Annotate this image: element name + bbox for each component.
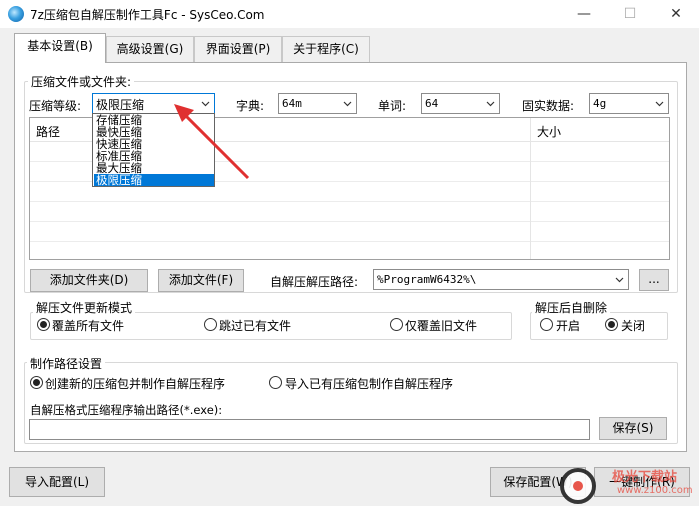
watermark-text: 极光下载站 bbox=[612, 470, 678, 485]
after-delete-label: 解压后自删除 bbox=[532, 299, 611, 316]
add-file-button[interactable]: 添加文件(F) bbox=[158, 269, 244, 292]
minimize-button[interactable]: — bbox=[561, 0, 607, 28]
radio-icon[interactable] bbox=[540, 318, 553, 331]
radio-icon[interactable] bbox=[605, 318, 618, 331]
browse-extract-path-button[interactable]: ... bbox=[639, 269, 669, 291]
chevron-down-icon bbox=[655, 101, 664, 107]
word-select[interactable]: 64 bbox=[421, 93, 500, 114]
column-size[interactable]: 大小 bbox=[537, 123, 561, 140]
update-mode-overwrite-older[interactable]: 仅覆盖旧文件 bbox=[405, 317, 477, 334]
save-button[interactable]: 保存(S) bbox=[599, 417, 667, 440]
radio-icon[interactable] bbox=[269, 376, 282, 389]
radio-icon[interactable] bbox=[390, 318, 403, 331]
tab-basic-settings[interactable]: 基本设置(B) bbox=[14, 33, 106, 63]
level-label: 压缩等级: bbox=[29, 99, 82, 113]
extract-path-select[interactable]: %ProgramW6432%\ bbox=[373, 269, 629, 290]
solid-select-value: 4g bbox=[593, 97, 607, 110]
watermark-logo bbox=[560, 468, 596, 504]
window-title: 7z压缩包自解压制作工具Fc - SysCeo.Com bbox=[30, 8, 265, 22]
radio-icon[interactable] bbox=[37, 318, 50, 331]
level-select-value: 极限压缩 bbox=[96, 98, 145, 112]
chevron-down-icon bbox=[615, 277, 624, 283]
update-mode-label: 解压文件更新模式 bbox=[33, 299, 136, 316]
make-path-create-new[interactable]: 创建新的压缩包并制作自解压程序 bbox=[45, 375, 225, 392]
add-folder-button[interactable]: 添加文件夹(D) bbox=[30, 269, 148, 292]
output-path-label: 自解压格式压缩程序输出路径(*.exe): bbox=[30, 403, 223, 417]
extract-path-value: %ProgramW6432%\ bbox=[377, 273, 477, 286]
maximize-button[interactable]: ☐ bbox=[607, 0, 653, 28]
compress-group-label: 压缩文件或文件夹: bbox=[28, 73, 135, 90]
dict-select[interactable]: 64m bbox=[278, 93, 357, 114]
dict-select-value: 64m bbox=[282, 97, 302, 110]
import-config-button[interactable]: 导入配置(L) bbox=[9, 467, 105, 497]
title-bar: 7z压缩包自解压制作工具Fc - SysCeo.Com — ☐ ✕ bbox=[0, 0, 699, 28]
word-label: 单词: bbox=[378, 99, 407, 113]
app-icon bbox=[8, 6, 24, 22]
solid-label: 固实数据: bbox=[522, 99, 575, 113]
radio-icon[interactable] bbox=[204, 318, 217, 331]
extract-path-label: 自解压解压路径: bbox=[270, 275, 359, 289]
tab-ui-settings[interactable]: 界面设置(P) bbox=[194, 36, 282, 62]
tab-advanced-settings[interactable]: 高级设置(G) bbox=[106, 36, 194, 62]
word-select-value: 64 bbox=[425, 97, 439, 110]
chevron-down-icon bbox=[486, 101, 495, 107]
make-path-label: 制作路径设置 bbox=[27, 355, 106, 372]
arrow-icon bbox=[174, 104, 250, 180]
output-path-input[interactable] bbox=[29, 419, 590, 440]
update-mode-skip-existing[interactable]: 跳过已有文件 bbox=[219, 317, 291, 334]
solid-select[interactable]: 4g bbox=[589, 93, 669, 114]
close-button[interactable]: ✕ bbox=[653, 0, 699, 28]
tab-about[interactable]: 关于程序(C) bbox=[282, 36, 370, 62]
radio-icon[interactable] bbox=[30, 376, 43, 389]
update-mode-overwrite-all[interactable]: 覆盖所有文件 bbox=[52, 317, 124, 334]
after-delete-off[interactable]: 关闭 bbox=[621, 317, 645, 334]
chevron-down-icon bbox=[343, 101, 352, 107]
column-path[interactable]: 路径 bbox=[36, 123, 60, 140]
watermark-url: www.z100.com bbox=[617, 485, 693, 496]
after-delete-on[interactable]: 开启 bbox=[556, 317, 580, 334]
make-path-import-existing[interactable]: 导入已有压缩包制作自解压程序 bbox=[285, 375, 453, 392]
